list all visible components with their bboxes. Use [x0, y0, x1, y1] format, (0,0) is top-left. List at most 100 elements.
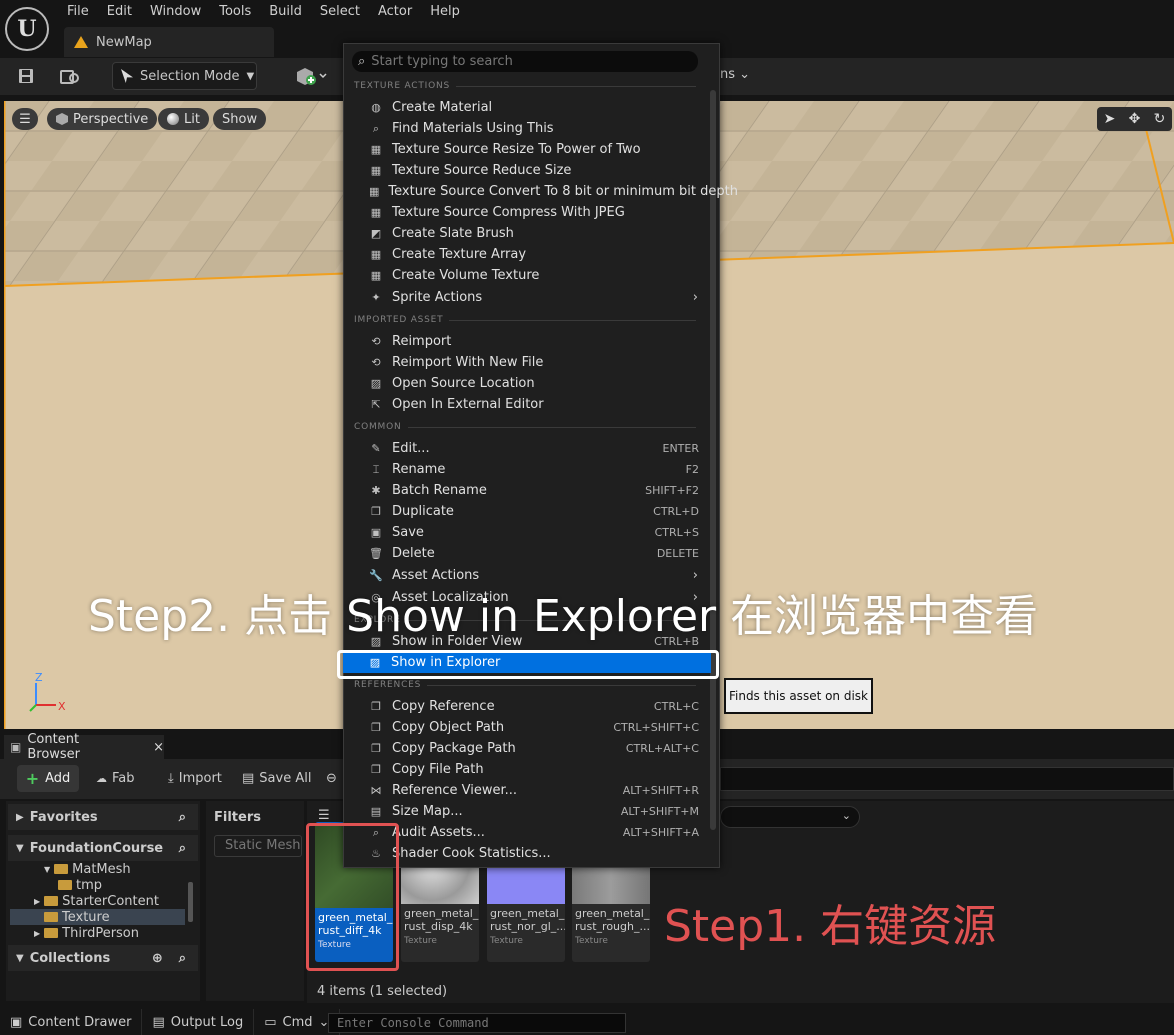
rotate-tool-icon[interactable]: ↻: [1154, 111, 1166, 127]
chevron-down-icon: ⌄: [841, 809, 851, 822]
tree-label: tmp: [76, 877, 103, 893]
menu-reference-viewer[interactable]: ⋈ Reference Viewer... ALT+SHIFT+R: [344, 780, 710, 801]
history-back-icon[interactable]: ⊖: [326, 765, 337, 792]
menu-actor[interactable]: Actor: [369, 0, 421, 24]
lit-button[interactable]: Lit: [158, 108, 209, 130]
menu-open-external-editor[interactable]: ⇱ Open In External Editor: [344, 394, 710, 415]
save-icon[interactable]: [12, 62, 40, 90]
menu-convert-8bit[interactable]: ▦ Texture Source Convert To 8 bit or mini…: [344, 181, 738, 202]
menu-copy-object-path[interactable]: ❐ Copy Object Path CTRL+SHIFT+C: [344, 717, 710, 738]
close-icon[interactable]: ×: [153, 740, 164, 755]
search-icon[interactable]: ⌕: [179, 841, 186, 856]
material-icon: ◍: [371, 101, 381, 114]
tree-item-tmp[interactable]: tmp: [58, 877, 102, 893]
folder-icon: [54, 864, 69, 874]
menu-reduce-size[interactable]: ▦ Texture Source Reduce Size: [344, 160, 710, 181]
menu-create-volume-texture[interactable]: ▦ Create Volume Texture: [344, 265, 710, 286]
import-icon: ⤓: [168, 771, 174, 786]
menu-build[interactable]: Build: [260, 0, 311, 24]
viewport-options-icon[interactable]: ☰: [12, 108, 38, 130]
project-header[interactable]: ▼ FoundationCourse ⌕: [8, 835, 198, 861]
filter-chip-static-mesh[interactable]: Static Mesh: [214, 835, 302, 857]
collections-header[interactable]: ▼ Collections ⊕ ⌕: [8, 945, 198, 971]
save-icon: ▣: [370, 526, 382, 539]
content-drawer-button[interactable]: ▣ Content Drawer: [0, 1009, 143, 1035]
chevron-down-icon: ▼: [16, 952, 24, 964]
menu-tools[interactable]: Tools: [210, 0, 260, 24]
step1-annotation: Step1. 右键资源: [664, 901, 997, 952]
toolbar-partial-label[interactable]: ns ⌄: [720, 67, 750, 82]
chevron-down-icon: ⌄: [739, 67, 751, 82]
menu-find-materials[interactable]: ⌕ Find Materials Using This: [344, 118, 710, 139]
menu-file[interactable]: File: [58, 0, 98, 24]
menu-reimport-new-file[interactable]: ⟲ Reimport With New File: [344, 352, 710, 373]
favorites-header[interactable]: ▶ Favorites ⌕: [8, 804, 198, 830]
brush-icon: ◩: [370, 227, 382, 240]
console-input[interactable]: Enter Console Command: [328, 1013, 626, 1033]
tree-item-texture[interactable]: Texture: [10, 909, 185, 925]
asset-type: Texture: [490, 936, 523, 946]
asset-name: green_metal_ rust_disp_4k: [404, 907, 479, 933]
filter-icon[interactable]: ☰: [318, 808, 330, 823]
menu-batch-rename[interactable]: ✱ Batch Rename SHIFT+F2: [344, 480, 710, 501]
show-button[interactable]: Show: [213, 108, 267, 130]
tree-item-thirdperson[interactable]: ▶ ThirdPerson: [34, 925, 139, 941]
search-icon[interactable]: ⌕: [179, 810, 186, 825]
unreal-logo-icon[interactable]: U: [5, 7, 49, 51]
import-button[interactable]: ⤓ Import: [168, 765, 222, 792]
move-tool-icon[interactable]: ✥: [1129, 111, 1141, 127]
menu-compress-jpeg[interactable]: ▦ Texture Source Compress With JPEG: [344, 202, 710, 223]
menu-save[interactable]: ▣ Save CTRL+S: [344, 522, 710, 543]
menu-rename[interactable]: ⌶ Rename F2: [344, 459, 710, 480]
content-browser-tab[interactable]: ▣ Content Browser ×: [4, 732, 164, 762]
menu-duplicate[interactable]: ❐ Duplicate CTRL+D: [344, 501, 710, 522]
tree-item-matmesh[interactable]: ▼ MatMesh: [44, 861, 131, 877]
section-header: REFERENCES: [354, 678, 696, 692]
menu-help[interactable]: Help: [421, 0, 469, 24]
map-tab[interactable]: NewMap: [64, 27, 274, 57]
item-count: 4 items (1 selected): [317, 984, 448, 999]
browse-icon[interactable]: [56, 62, 84, 90]
reimport-icon: ⟲: [371, 356, 381, 369]
menu-resize-pow2[interactable]: ▦ Texture Source Resize To Power of Two: [344, 139, 710, 160]
output-log-button[interactable]: ▤ Output Log: [142, 1009, 255, 1035]
content-search-input[interactable]: [720, 767, 1174, 791]
menu-sprite-actions[interactable]: ✦ Sprite Actions ›: [344, 287, 710, 308]
menu-copy-package-path[interactable]: ❐ Copy Package Path CTRL+ALT+C: [344, 738, 710, 759]
tree-scrollbar[interactable]: [188, 882, 193, 922]
copy-icon: ❐: [371, 700, 381, 713]
menu-delete[interactable]: 🗑 Delete DELETE: [344, 543, 710, 564]
path-dropdown[interactable]: ⌄: [720, 806, 860, 828]
tree-label: MatMesh: [72, 861, 131, 877]
folder-icon: [44, 928, 59, 938]
menu-select[interactable]: Select: [311, 0, 369, 24]
context-menu-scrollbar[interactable]: [710, 90, 716, 830]
menu-create-slate-brush[interactable]: ◩ Create Slate Brush: [344, 223, 710, 244]
sprite-icon: ✦: [371, 291, 381, 304]
context-search-input[interactable]: ⌕ Start typing to search: [352, 51, 698, 72]
fab-button[interactable]: ☁ Fab: [96, 765, 135, 792]
menu-create-material[interactable]: ◍ Create Material: [344, 97, 710, 118]
menu-edit[interactable]: ✎ Edit... ENTER: [344, 438, 710, 459]
menu-edit[interactable]: Edit: [98, 0, 141, 24]
menu-copy-reference[interactable]: ❐ Copy Reference CTRL+C: [344, 696, 710, 717]
add-collection-icon[interactable]: ⊕: [152, 951, 163, 966]
folder-icon: [44, 912, 58, 922]
menu-window[interactable]: Window: [141, 0, 210, 24]
filters-label: Filters: [214, 810, 261, 825]
select-tool-icon[interactable]: ➤: [1104, 111, 1116, 127]
search-icon[interactable]: ⌕: [179, 951, 186, 966]
menu-create-texture-array[interactable]: ▦ Create Texture Array: [344, 244, 710, 265]
save-all-label: Save All: [259, 771, 312, 786]
menu-size-map[interactable]: ▤ Size Map... ALT+SHIFT+M: [344, 801, 710, 822]
save-all-button[interactable]: ▤ Save All: [242, 765, 311, 792]
perspective-button[interactable]: Perspective: [47, 108, 158, 130]
menu-reimport[interactable]: ⟲ Reimport: [344, 331, 710, 352]
menu-copy-file-path[interactable]: ❐ Copy File Path: [344, 759, 710, 780]
tree-item-startercontent[interactable]: ▶ StarterContent: [34, 893, 159, 909]
menu-open-source-location[interactable]: ▨ Open Source Location: [344, 373, 710, 394]
selection-mode-dropdown[interactable]: Selection Mode ▼: [112, 62, 257, 90]
add-button[interactable]: + Add: [17, 765, 79, 792]
add-actor-button[interactable]: [290, 62, 330, 90]
collections-label: Collections: [29, 950, 111, 966]
